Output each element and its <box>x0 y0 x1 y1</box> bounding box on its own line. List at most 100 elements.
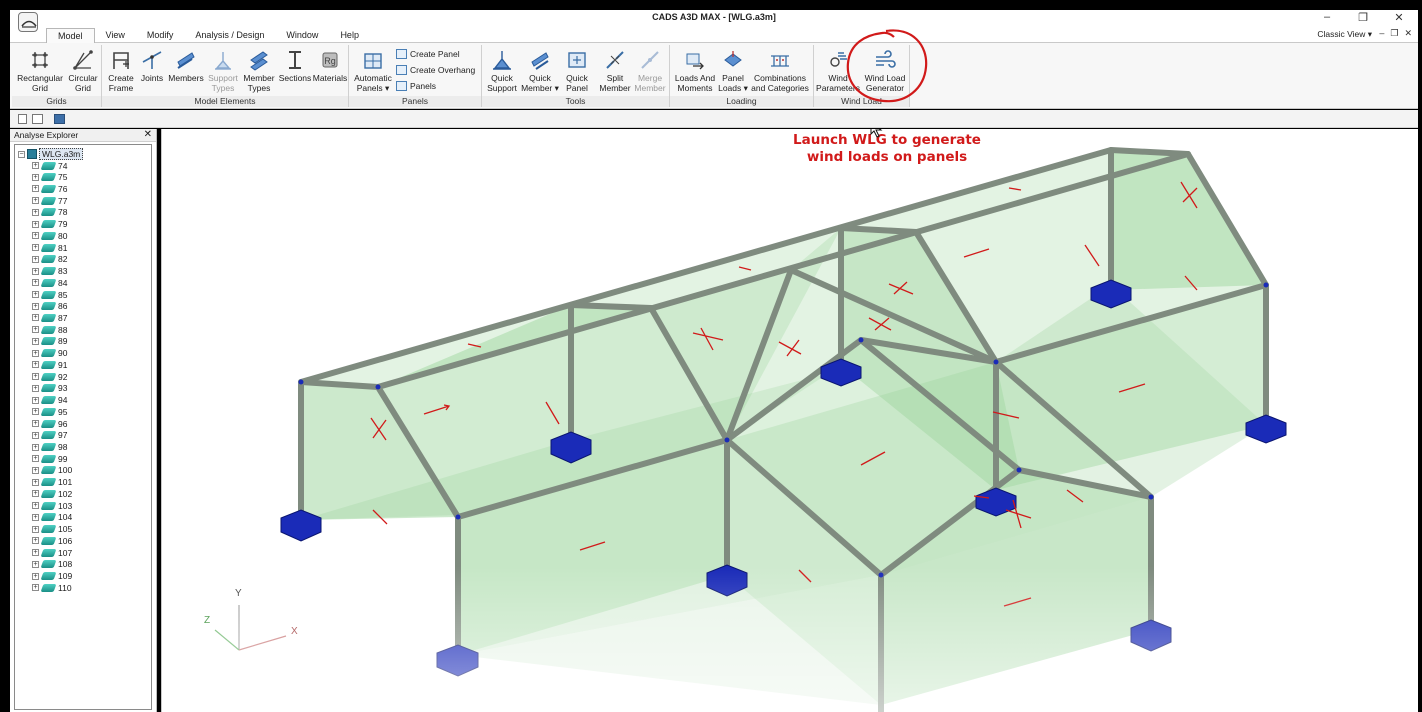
expand-icon[interactable]: + <box>32 244 39 252</box>
expand-icon[interactable]: + <box>32 384 39 392</box>
model-viewport[interactable]: Y X Z Launch WLG to generate wind loads … <box>161 129 1418 712</box>
maximize-button[interactable]: ❐ <box>1356 11 1370 24</box>
tree-item[interactable]: +107 <box>32 547 72 558</box>
expand-icon[interactable]: + <box>32 302 39 310</box>
tab-modify[interactable]: Modify <box>136 28 185 44</box>
tree-item[interactable]: +104 <box>32 512 72 523</box>
expand-icon[interactable]: + <box>32 349 39 357</box>
expand-icon[interactable]: + <box>32 326 39 334</box>
create-overhang-button[interactable]: Create Overhang <box>396 65 475 75</box>
tree-item[interactable]: +89 <box>32 336 67 347</box>
quick-panel-button[interactable]: Quick Panel <box>562 48 592 93</box>
tree-item[interactable]: +94 <box>32 395 67 406</box>
expand-icon[interactable]: + <box>32 525 39 533</box>
classic-view-dropdown[interactable]: Classic View ▾ <box>1317 29 1372 40</box>
automatic-panels-button[interactable]: Automatic Panels ▾ <box>351 48 395 93</box>
tree-item[interactable]: +88 <box>32 324 67 335</box>
merge-member-button[interactable]: Merge Member <box>632 48 668 93</box>
expand-icon[interactable]: + <box>32 466 39 474</box>
panels-button[interactable]: Panels <box>396 81 436 91</box>
explorer-close-icon[interactable]: ✕ <box>144 129 152 140</box>
tree-item[interactable]: +102 <box>32 488 72 499</box>
quick-member-button[interactable]: Quick Member ▾ <box>520 48 560 93</box>
app-logo-icon[interactable] <box>18 12 38 32</box>
tree-root[interactable]: − WLG.a3m <box>18 148 84 160</box>
expand-icon[interactable]: + <box>32 584 39 592</box>
open-file-icon[interactable] <box>32 114 43 124</box>
tree-item[interactable]: +81 <box>32 242 67 253</box>
tab-window[interactable]: Window <box>275 28 329 44</box>
new-file-icon[interactable] <box>18 114 27 124</box>
expand-icon[interactable]: + <box>32 549 39 557</box>
tree-item[interactable]: +101 <box>32 477 72 488</box>
tab-model[interactable]: Model <box>46 28 95 44</box>
tree-item[interactable]: +77 <box>32 195 67 206</box>
expand-icon[interactable]: + <box>32 162 39 169</box>
split-member-button[interactable]: Split Member <box>598 48 632 93</box>
tree-item[interactable]: +75 <box>32 172 67 183</box>
tab-view[interactable]: View <box>95 28 136 44</box>
loads-and-moments-button[interactable]: Loads And Moments <box>672 48 718 93</box>
tree-item[interactable]: +103 <box>32 500 72 511</box>
tree-item[interactable]: +76 <box>32 183 67 194</box>
tree-item[interactable]: +86 <box>32 301 67 312</box>
expand-icon[interactable]: + <box>32 279 39 287</box>
quick-support-button[interactable]: Quick Support <box>484 48 520 93</box>
combinations-button[interactable]: Combinations and Categories <box>748 48 812 93</box>
tree-item[interactable]: +85 <box>32 289 67 300</box>
expand-icon[interactable]: + <box>32 314 39 322</box>
tree-item[interactable]: +78 <box>32 207 67 218</box>
expand-icon[interactable]: + <box>32 173 39 181</box>
collapse-icon[interactable]: − <box>18 150 25 158</box>
mdi-restore-button[interactable]: ❐ <box>1390 28 1398 39</box>
joints-button[interactable]: Joints <box>138 48 166 84</box>
expand-icon[interactable]: + <box>32 220 39 228</box>
tree-item[interactable]: +108 <box>32 559 72 570</box>
expand-icon[interactable]: + <box>32 208 39 216</box>
expand-icon[interactable]: + <box>32 572 39 580</box>
structure-3d-view[interactable] <box>162 129 1418 712</box>
tab-analysis-design[interactable]: Analysis / Design <box>184 28 275 44</box>
expand-icon[interactable]: + <box>32 361 39 369</box>
expand-icon[interactable]: + <box>32 255 39 263</box>
circular-grid-button[interactable]: Circular Grid <box>64 48 102 93</box>
expand-icon[interactable]: + <box>32 420 39 428</box>
tree-item[interactable]: +97 <box>32 430 67 441</box>
tree-item[interactable]: +98 <box>32 442 67 453</box>
expand-icon[interactable]: + <box>32 232 39 240</box>
save-icon[interactable] <box>54 114 65 124</box>
mdi-close-button[interactable]: ✕ <box>1404 28 1412 39</box>
tree-item[interactable]: +96 <box>32 418 67 429</box>
sections-button[interactable]: Sections <box>278 48 312 84</box>
minimize-button[interactable]: – <box>1320 11 1334 24</box>
expand-icon[interactable]: + <box>32 185 39 193</box>
tree-item[interactable]: +80 <box>32 230 67 241</box>
expand-icon[interactable]: + <box>32 408 39 416</box>
tree-item[interactable]: +93 <box>32 383 67 394</box>
tree-item[interactable]: +100 <box>32 465 72 476</box>
tree-item[interactable]: +74 <box>32 160 67 171</box>
expand-icon[interactable]: + <box>32 537 39 545</box>
expand-icon[interactable]: + <box>32 267 39 275</box>
tree-item[interactable]: +90 <box>32 348 67 359</box>
expand-icon[interactable]: + <box>32 455 39 463</box>
tree-item[interactable]: +110 <box>32 582 72 593</box>
expand-icon[interactable]: + <box>32 502 39 510</box>
expand-icon[interactable]: + <box>32 560 39 568</box>
members-button[interactable]: Members <box>168 48 204 84</box>
create-frame-button[interactable]: Create Frame <box>106 48 136 93</box>
expand-icon[interactable]: + <box>32 337 39 345</box>
tree-item[interactable]: +87 <box>32 312 67 323</box>
tree-item[interactable]: +95 <box>32 406 67 417</box>
tree-item[interactable]: +109 <box>32 571 72 582</box>
expand-icon[interactable]: + <box>32 443 39 451</box>
tab-help[interactable]: Help <box>329 28 370 44</box>
expand-icon[interactable]: + <box>32 373 39 381</box>
tree-item[interactable]: +92 <box>32 371 67 382</box>
materials-button[interactable]: Rg Materials <box>312 48 348 84</box>
expand-icon[interactable]: + <box>32 291 39 299</box>
tree-item[interactable]: +91 <box>32 359 67 370</box>
tree-item[interactable]: +105 <box>32 524 72 535</box>
tree-item[interactable]: +79 <box>32 219 67 230</box>
panel-loads-button[interactable]: Panel Loads ▾ <box>718 48 748 93</box>
